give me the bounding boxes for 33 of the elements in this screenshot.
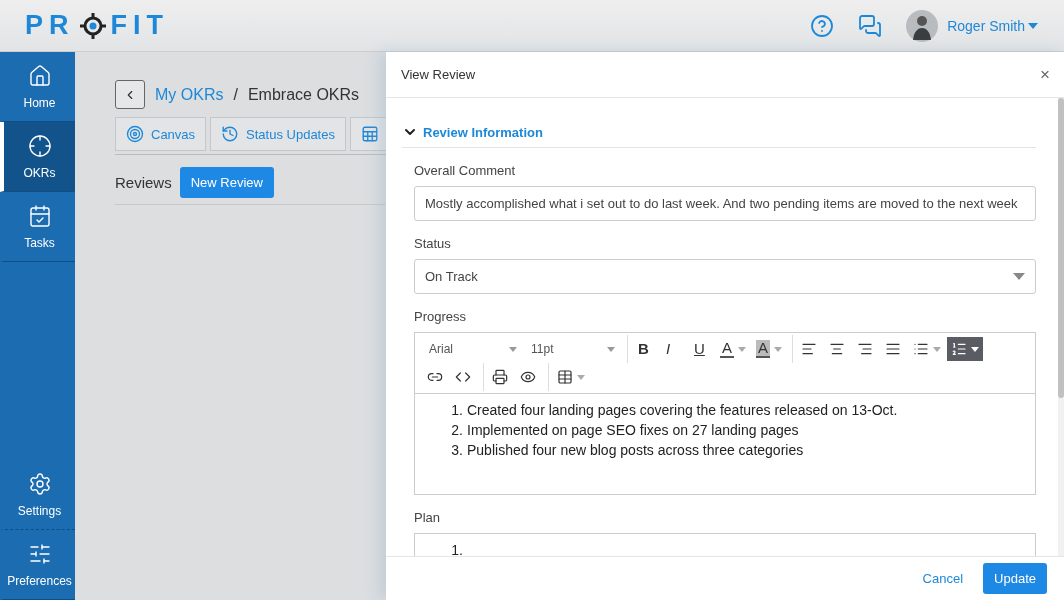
section-header[interactable]: Review Information — [402, 124, 1036, 148]
font-dropdown[interactable]: Arial — [423, 342, 523, 356]
logo-text: PR — [25, 10, 75, 41]
list-item-text: Published four new blog posts across three categories — [467, 442, 804, 458]
field-label: Plan — [414, 510, 442, 525]
list-item-text: Created four landing pages covering the features released on 13-Oct. — [467, 402, 898, 418]
drawer-title: View Review — [401, 67, 476, 82]
list-number: 3. — [450, 442, 463, 458]
breadcrumb-current: Embrace OKRs — [247, 85, 360, 104]
new-review-button[interactable]: New Review — [179, 167, 274, 198]
toolbar-button[interactable]: A — [752, 337, 787, 361]
toolbar-button[interactable]: B — [632, 337, 658, 361]
size-dropdown[interactable]: 11pt — [525, 342, 621, 356]
close-button[interactable]: × — [1040, 64, 1050, 85]
list-item-text: Implemented on page SEO fixes on 27 landing pages — [467, 422, 799, 438]
list-number: 1. — [450, 542, 463, 556]
list-number: 2. — [450, 422, 463, 438]
user-menu[interactable]: Roger Smith — [906, 9, 1038, 42]
sidebar-item[interactable]: OKRs — [0, 122, 75, 192]
logo-text: FIT — [110, 10, 169, 41]
section-title: Reviews — [115, 174, 172, 191]
breadcrumb-separator: / — [233, 85, 238, 104]
status-select[interactable]: On Track — [414, 259, 1036, 294]
list-number: 1. — [450, 402, 463, 418]
update-button[interactable]: Update — [983, 563, 1047, 594]
field-label: Progress — [414, 309, 468, 324]
field-label: Overall Comment — [414, 163, 517, 178]
toolbar-button[interactable]: A — [716, 337, 750, 361]
toolbar-button[interactable]: I — [660, 337, 686, 361]
toolbar-button[interactable]: U — [688, 337, 714, 361]
comment-field[interactable]: Mostly accomplished what i set out to do last week. And two pending items are moved to the next week — [414, 186, 1036, 221]
cancel-button[interactable]: Cancel — [918, 565, 968, 592]
field-label: Status — [414, 236, 452, 251]
